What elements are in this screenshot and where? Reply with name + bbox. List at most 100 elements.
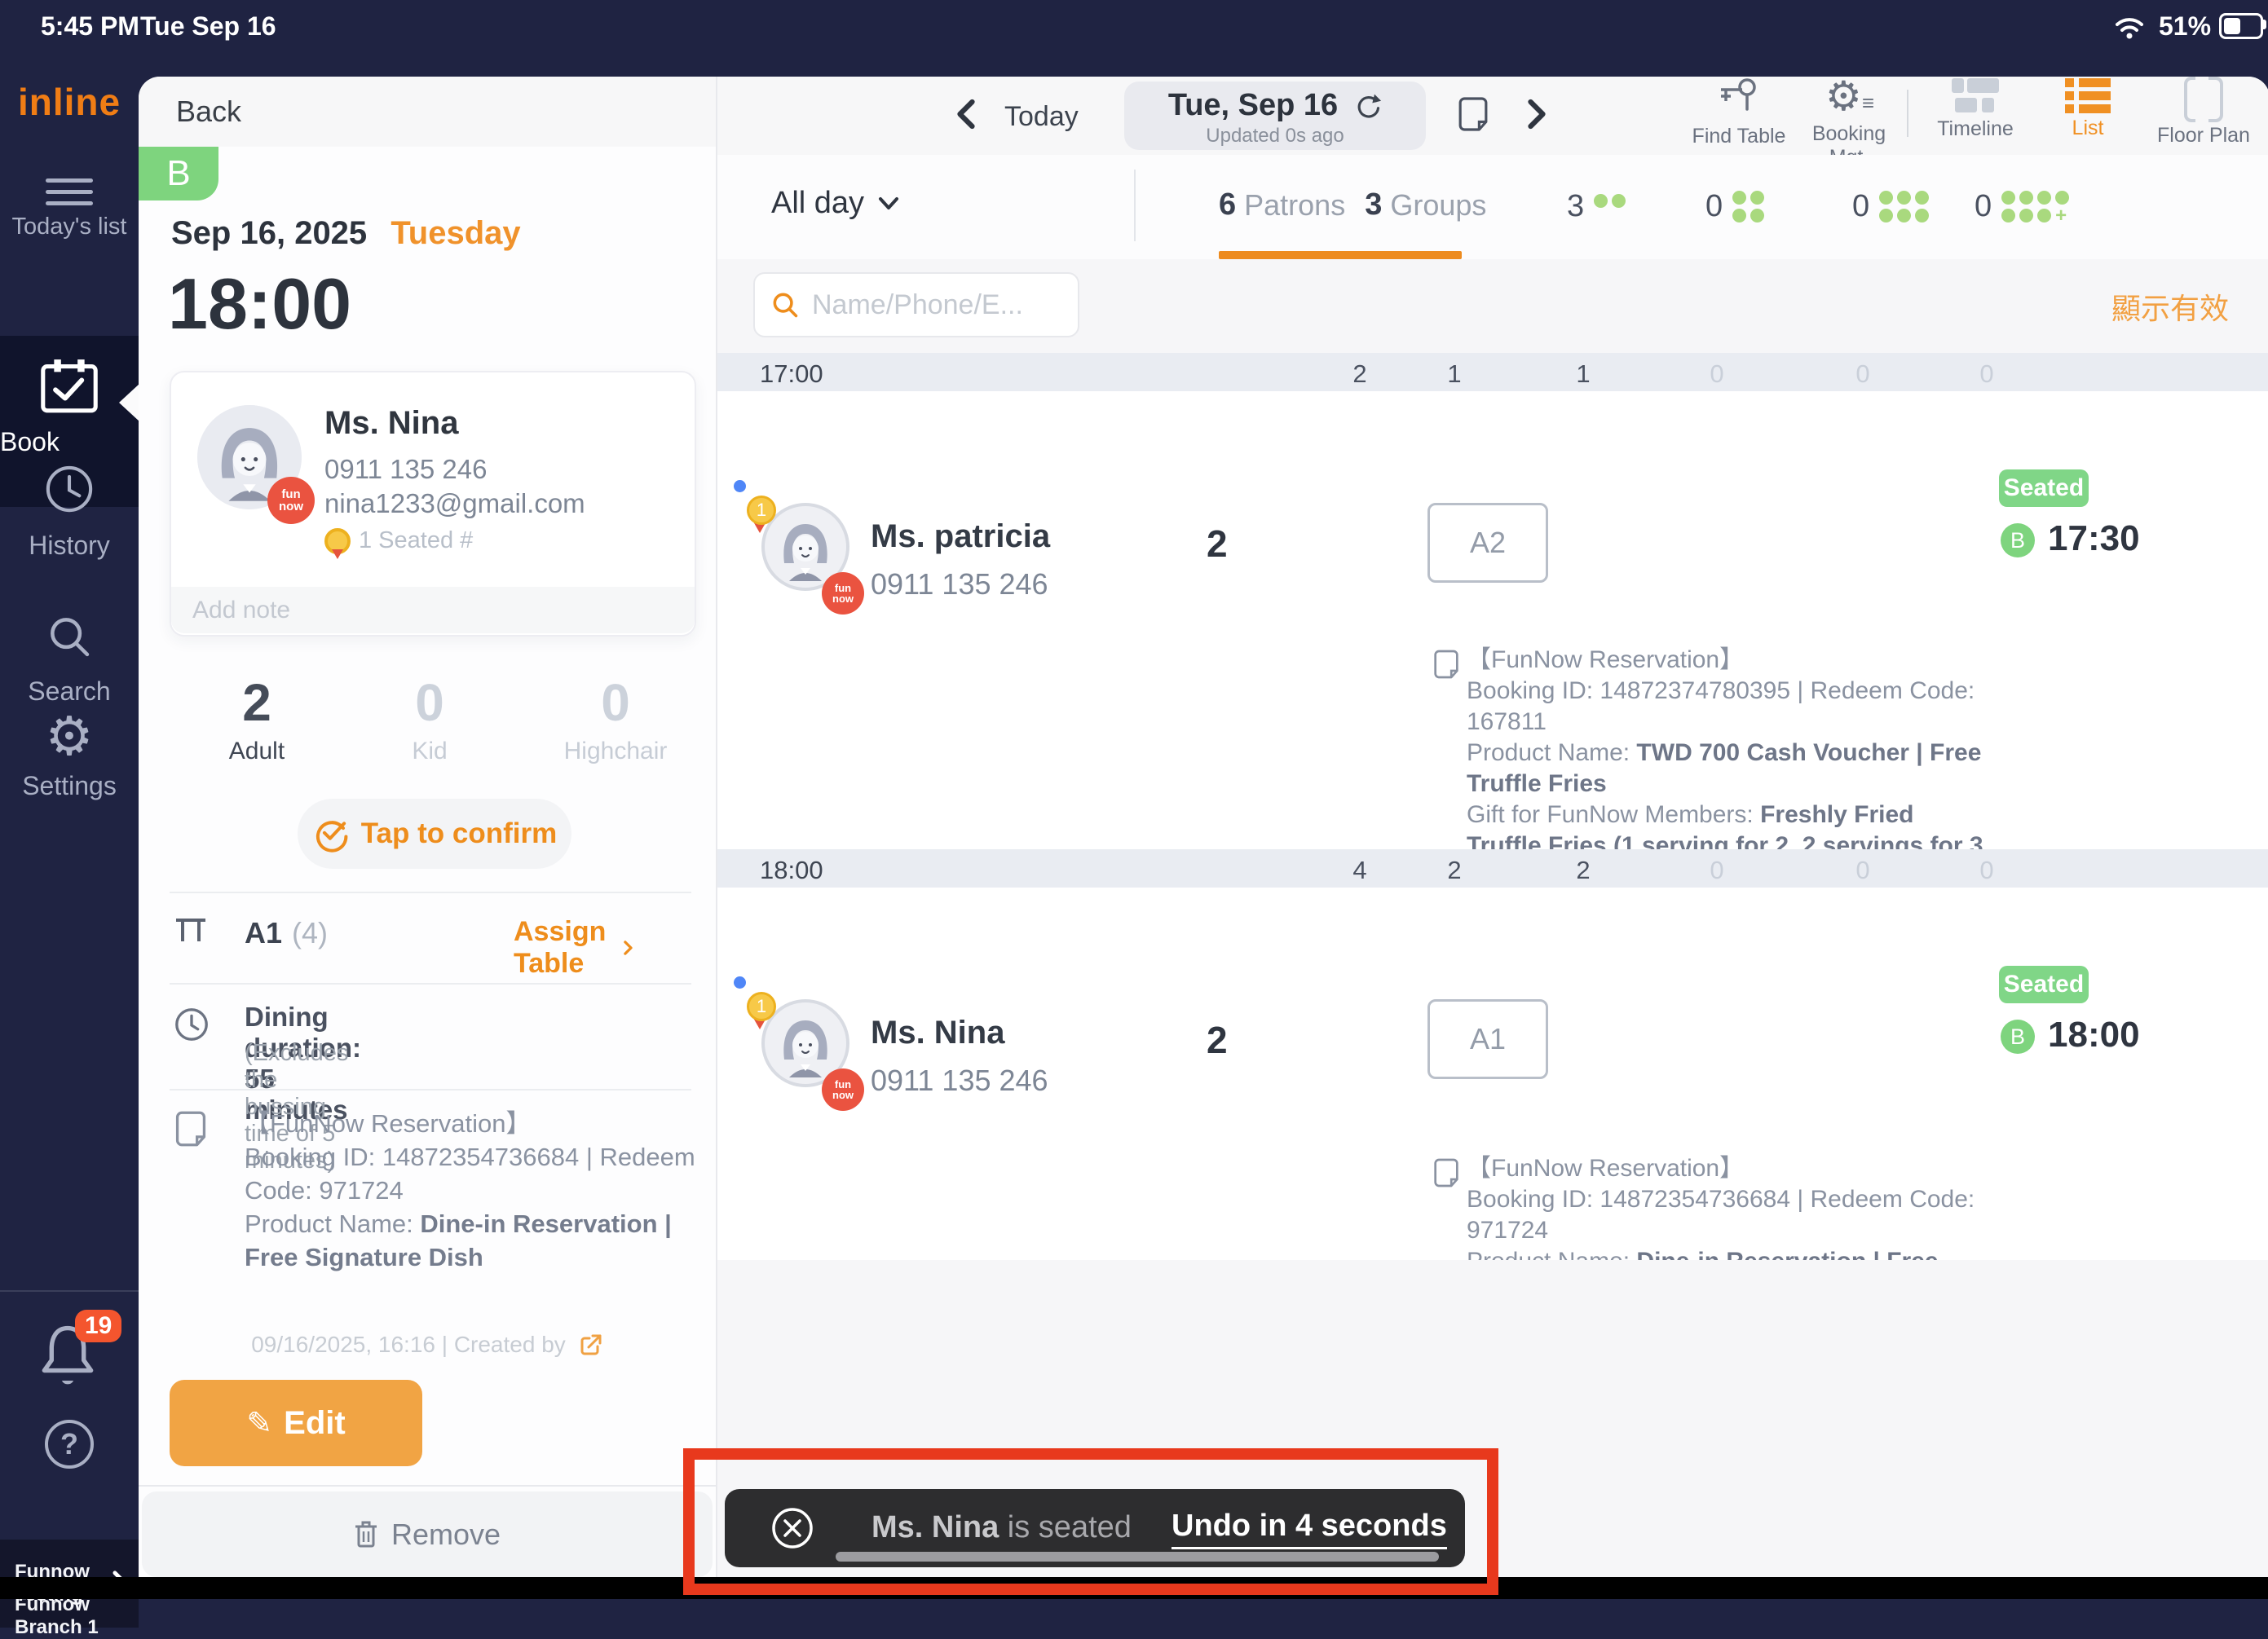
reservation-row[interactable]: 1 funnow Ms. Nina 0911 135 246 2 A1 Seat… — [717, 888, 2268, 1260]
clock-icon — [42, 462, 96, 516]
help-button[interactable]: ? — [0, 1420, 139, 1469]
capacity-counter-6: 0 — [1852, 189, 1929, 224]
seated-time: 17:30 — [2048, 518, 2140, 559]
reservation-date-line: Sep 16, 2025 Tuesday — [171, 215, 521, 252]
trash-icon — [354, 1520, 378, 1549]
find-table-icon — [1718, 77, 1760, 119]
guest-phone: 0911 135 246 — [871, 1064, 1048, 1098]
question-icon: ? — [45, 1420, 94, 1469]
check-circle-icon — [312, 815, 350, 853]
notification-badge: 19 — [75, 1310, 121, 1342]
selected-item-pointer — [119, 383, 140, 422]
capacity-counter-2: 3 — [1567, 189, 1626, 224]
back-button[interactable]: Back — [176, 95, 241, 129]
table-assignment-box[interactable]: A2 — [1427, 503, 1548, 583]
search-field[interactable] — [753, 272, 1079, 337]
floor-plan-button[interactable]: Floor Plan — [2142, 77, 2265, 148]
table-code: A1 — [245, 916, 282, 950]
hamburger-icon — [0, 178, 139, 205]
note-title: 【FunNow Reservation】 — [245, 1107, 698, 1140]
booking-mgt-icon: ⚙≡ — [1788, 77, 1910, 122]
sidebar-item-label: Book — [0, 427, 139, 457]
notifications-button[interactable]: 19 — [33, 1318, 103, 1392]
date-picker[interactable]: Tue, Sep 16 Updated 0s ago — [1124, 82, 1426, 150]
reservation-detail-panel: Back B Sep 16, 2025 Tuesday 18:00 funnow… — [139, 77, 716, 1599]
new-indicator-dot — [734, 480, 746, 492]
note-icon — [1433, 1157, 1459, 1188]
branch-sub-name: Funnow Branch 1 — [15, 1593, 139, 1639]
section-time: 18:00 — [760, 856, 823, 885]
timeline-view-button[interactable]: Timeline — [1918, 77, 2032, 141]
party-size: 2 — [1207, 1018, 1228, 1062]
next-day-button[interactable] — [1526, 98, 1547, 130]
funnow-badge: funnow — [267, 477, 315, 524]
show-valid-filter[interactable]: 顯示有效 — [2111, 285, 2229, 328]
add-note-field[interactable]: Add note — [171, 587, 695, 633]
tap-to-confirm-button[interactable]: Tap to confirm — [298, 799, 571, 869]
edit-button[interactable]: ✎ Edit — [170, 1380, 422, 1466]
customer-phone: 0911 135 246 — [324, 454, 487, 485]
chevron-right-icon — [623, 935, 633, 961]
loyalty-label: 1 Seated # — [359, 527, 473, 554]
loyalty-row: 1 Seated # — [324, 527, 473, 554]
status-bar: 5:45 PM Tue Sep 16 51% — [0, 0, 2268, 51]
assign-table-link[interactable]: Assign Table — [514, 916, 633, 980]
updated-label: Updated 0s ago — [1124, 125, 1426, 148]
all-day-dropdown[interactable]: All day — [771, 186, 900, 221]
customer-card[interactable]: funnow Ms. Nina 0911 135 246 nina1233@gm… — [170, 371, 696, 637]
find-table-button[interactable]: Find Table — [1674, 77, 1804, 148]
sidebar-divider — [0, 1290, 139, 1292]
table-assignment-box[interactable]: A1 — [1427, 999, 1548, 1079]
reservation-row[interactable]: 1 funnow Ms. patricia 0911 135 246 2 A2 … — [717, 391, 2268, 849]
timeline-icon — [1952, 78, 1999, 114]
time-section-header: 17:00 2 1 1 0 0 0 — [717, 353, 2268, 391]
sidebar-item-settings[interactable]: ⚙ Settings — [0, 709, 139, 801]
sidebar-item-label: Today's list — [0, 214, 139, 240]
created-by-text: 09/16/2025, 16:16 | Created by — [251, 1332, 566, 1358]
external-link-icon[interactable] — [579, 1333, 603, 1357]
guest-name: Ms. Nina — [871, 1015, 1004, 1051]
customer-name: Ms. Nina — [324, 405, 458, 442]
panel-header: Back — [139, 77, 716, 147]
loyalty-rank-badge: 1 — [747, 992, 776, 1021]
battery-icon — [2219, 13, 2263, 39]
sidebar-item-todays-list[interactable]: Today's list — [0, 171, 139, 240]
party-size: 2 — [1207, 522, 1228, 566]
party-adult[interactable]: 2 Adult — [220, 672, 293, 765]
app-logo: inline — [0, 80, 139, 124]
status-badge-seated: Seated — [1999, 469, 2089, 507]
search-icon — [770, 289, 801, 320]
today-button[interactable]: Today — [1004, 101, 1079, 133]
medal-icon — [324, 528, 351, 554]
section-time: 17:00 — [760, 359, 823, 389]
status-badge: B — [139, 147, 218, 200]
day-note-icon[interactable] — [1458, 95, 1489, 134]
calendar-check-icon — [36, 355, 103, 419]
patrons-groups-tab[interactable]: 6 Patrons 3 Groups — [1219, 187, 1486, 222]
list-view-button[interactable]: List — [2031, 77, 2145, 140]
annotation-highlight-rectangle — [683, 1448, 1498, 1595]
remove-button[interactable]: Remove — [142, 1491, 713, 1577]
created-by-row: 09/16/2025, 16:16 | Created by — [139, 1332, 716, 1358]
gear-icon: ⚙ — [45, 706, 93, 766]
party-highchair[interactable]: 0 Highchair — [546, 672, 685, 765]
loyalty-rank-badge: 1 — [747, 496, 776, 525]
customer-email: nina1233@gmail.com — [324, 488, 585, 519]
current-date: Tue, Sep 16 — [1168, 88, 1338, 123]
table-icon — [173, 912, 209, 948]
search-input[interactable] — [810, 289, 1042, 322]
note-booking: Booking ID: 14872354736684 | Redeem Code… — [245, 1140, 698, 1207]
wifi-icon — [2113, 13, 2146, 39]
list-tabs-row: All day 6 Patrons 3 Groups 3 0 0 0 — [717, 155, 2268, 259]
sidebar-item-label: History — [0, 531, 139, 561]
guest-phone: 0911 135 246 — [871, 567, 1048, 601]
sidebar-item-label: Settings — [0, 771, 139, 801]
refresh-icon[interactable] — [1352, 91, 1382, 121]
prev-day-button[interactable] — [955, 98, 977, 130]
funnow-badge: funnow — [822, 572, 864, 615]
sidebar-item-search[interactable]: Search — [0, 611, 139, 707]
clock-icon — [173, 1006, 210, 1043]
status-date: Tue Sep 16 — [140, 11, 276, 42]
party-kid[interactable]: 0 Kid — [393, 672, 466, 765]
sidebar-item-history[interactable]: History — [0, 462, 139, 561]
